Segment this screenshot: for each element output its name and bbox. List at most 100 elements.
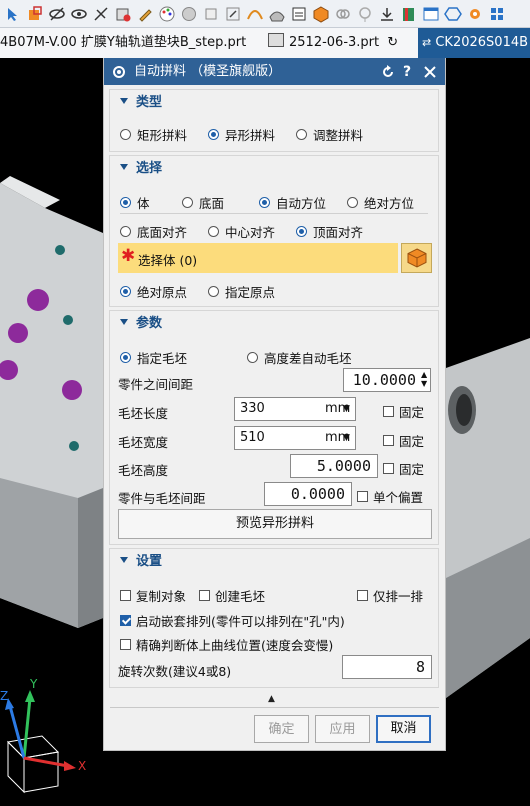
- blank-height-label: 毛坯高度: [118, 463, 169, 478]
- radio-absolute-orientation[interactable]: 绝对方位: [347, 193, 414, 212]
- part-spacing-input[interactable]: 10.0000: [343, 368, 431, 392]
- required-asterisk-icon: ✱: [121, 246, 136, 266]
- radio-bottom-face[interactable]: 底面: [182, 193, 224, 212]
- select-section-header[interactable]: 选择: [120, 156, 162, 182]
- axis-y-label: Y: [29, 677, 38, 691]
- part-blank-spacing-input[interactable]: 0.0000: [264, 482, 352, 506]
- layer-icon[interactable]: [288, 3, 310, 25]
- checkbox-indicator: [120, 615, 131, 626]
- settings-section-header[interactable]: 设置: [120, 549, 162, 575]
- add-part-icon[interactable]: [112, 3, 134, 25]
- measure-icon[interactable]: [90, 3, 112, 25]
- select-body-row[interactable]: ✱ 选择体 (0): [118, 243, 398, 273]
- help-icon[interactable]: ?: [399, 58, 415, 85]
- radio-indicator: [296, 129, 307, 140]
- link-icon[interactable]: [332, 3, 354, 25]
- dialog-footer: ▲ 确定 应用 取消: [104, 690, 445, 750]
- collapse-icon: [120, 319, 128, 325]
- blank-width-fixed-checkbox[interactable]: 固定: [383, 431, 424, 450]
- radio-rect-nesting[interactable]: 矩形拼料: [120, 125, 187, 144]
- radio-indicator: [247, 352, 258, 363]
- sphere-icon[interactable]: [178, 3, 200, 25]
- checkbox-indicator: [199, 590, 210, 601]
- create-blank-checkbox[interactable]: 创建毛坯: [199, 586, 265, 605]
- gear-icon: [110, 58, 128, 85]
- main-toolbar: [0, 0, 530, 28]
- box-icon[interactable]: [200, 3, 222, 25]
- tab-document-2[interactable]: 2512-06-3.prt ↻: [268, 28, 398, 58]
- radio-shaped-nesting[interactable]: 异形拼料: [208, 125, 275, 144]
- radio-bottom-align[interactable]: 底面对齐: [120, 222, 187, 241]
- radio-specified-origin[interactable]: 指定原点: [208, 282, 275, 301]
- snap-icon[interactable]: [24, 3, 46, 25]
- cancel-button[interactable]: 取消: [376, 715, 431, 743]
- tab-label: 4B07M-V.00 扩膜Y轴轨道垫块B_step.prt: [0, 35, 247, 50]
- radio-specified-blank[interactable]: 指定毛坯: [120, 348, 187, 367]
- settings-section: 设置 复制对象 创建毛坯 仅排一排 启动嵌套排列(零件可以排列在"孔"内) 精确…: [109, 548, 439, 688]
- book-icon[interactable]: [398, 3, 420, 25]
- select-body-button[interactable]: [401, 243, 432, 273]
- preview-shaped-nesting-button[interactable]: 预览异形拼料: [118, 509, 432, 539]
- palette-icon[interactable]: [156, 3, 178, 25]
- blank-length-combo[interactable]: 330 mm ▼: [234, 397, 356, 421]
- edit-icon[interactable]: [222, 3, 244, 25]
- radio-center-align[interactable]: 中心对齐: [208, 222, 275, 241]
- curve-icon[interactable]: [244, 3, 266, 25]
- radio-indicator: [120, 197, 131, 208]
- single-row-checkbox[interactable]: 仅排一排: [357, 586, 423, 605]
- left-part-model: [0, 176, 103, 628]
- axis-z-label: Z: [0, 689, 8, 703]
- rotation-count-label: 旋转次数(建议4或8): [118, 664, 232, 679]
- hexagon-icon[interactable]: [442, 3, 464, 25]
- blank-height-fixed-checkbox[interactable]: 固定: [383, 459, 424, 478]
- copy-object-checkbox[interactable]: 复制对象: [120, 586, 186, 605]
- settings-icon[interactable]: [464, 3, 486, 25]
- dialog-titlebar[interactable]: 自动拼料 （模圣旗舰版） ?: [104, 58, 445, 85]
- blank-height-input[interactable]: 5.0000: [290, 454, 378, 478]
- radio-adjust-nesting[interactable]: 调整拼料: [296, 125, 363, 144]
- type-section-header[interactable]: 类型: [120, 90, 162, 116]
- select-body-label: 选择体 (0): [138, 253, 198, 268]
- params-section-header[interactable]: 参数: [120, 311, 162, 337]
- tool-icon[interactable]: [134, 3, 156, 25]
- show-icon[interactable]: [68, 3, 90, 25]
- radio-indicator: [182, 197, 193, 208]
- close-icon[interactable]: [421, 58, 439, 85]
- blank-length-fixed-checkbox[interactable]: 固定: [383, 402, 424, 421]
- single-offset-checkbox[interactable]: 单个偏置: [357, 487, 423, 506]
- pin-icon[interactable]: [354, 3, 376, 25]
- radio-absolute-origin[interactable]: 绝对原点: [120, 282, 187, 301]
- apply-button[interactable]: 应用: [315, 715, 370, 743]
- chevron-down-icon: ▼: [343, 433, 350, 443]
- window-icon[interactable]: [420, 3, 442, 25]
- spinner-icon[interactable]: ▲ ▼: [421, 370, 427, 388]
- hide-icon[interactable]: [46, 3, 68, 25]
- checkbox-indicator: [383, 435, 394, 446]
- select-icon[interactable]: [2, 3, 24, 25]
- radio-top-align[interactable]: 顶面对齐: [296, 222, 363, 241]
- tab-document-1[interactable]: 4B07M-V.00 扩膜Y轴轨道垫块B_step.prt: [0, 28, 246, 58]
- cube-icon[interactable]: [310, 3, 332, 25]
- radio-indicator: [120, 129, 131, 140]
- divider: [120, 213, 428, 214]
- axis-x-label: X: [78, 759, 86, 773]
- radio-indicator: [120, 226, 131, 237]
- axis-triad: Y Z X: [0, 677, 86, 794]
- precise-curve-checkbox[interactable]: 精确判断体上曲线位置(速度会变慢): [120, 635, 333, 654]
- grid-icon[interactable]: [486, 3, 508, 25]
- blank-width-combo[interactable]: 510 mm ▼: [234, 426, 356, 450]
- download-icon[interactable]: [376, 3, 398, 25]
- radio-body[interactable]: 体: [120, 193, 150, 212]
- checkbox-indicator: [383, 406, 394, 417]
- radio-height-diff-auto-blank[interactable]: 高度差自动毛坯: [247, 348, 352, 367]
- reset-icon[interactable]: [379, 58, 397, 85]
- checkbox-indicator: [120, 639, 131, 650]
- surface-icon[interactable]: [266, 3, 288, 25]
- ok-button[interactable]: 确定: [254, 715, 309, 743]
- nest-arrangement-checkbox[interactable]: 启动嵌套排列(零件可以排列在"孔"内): [120, 611, 345, 630]
- radio-auto-orientation[interactable]: 自动方位: [259, 193, 326, 212]
- rotation-count-input[interactable]: 8: [342, 655, 432, 679]
- radio-indicator: [120, 352, 131, 363]
- tab-document-3[interactable]: ⇄ CK2026S014B: [418, 28, 530, 58]
- expand-up-icon[interactable]: ▲: [268, 694, 275, 704]
